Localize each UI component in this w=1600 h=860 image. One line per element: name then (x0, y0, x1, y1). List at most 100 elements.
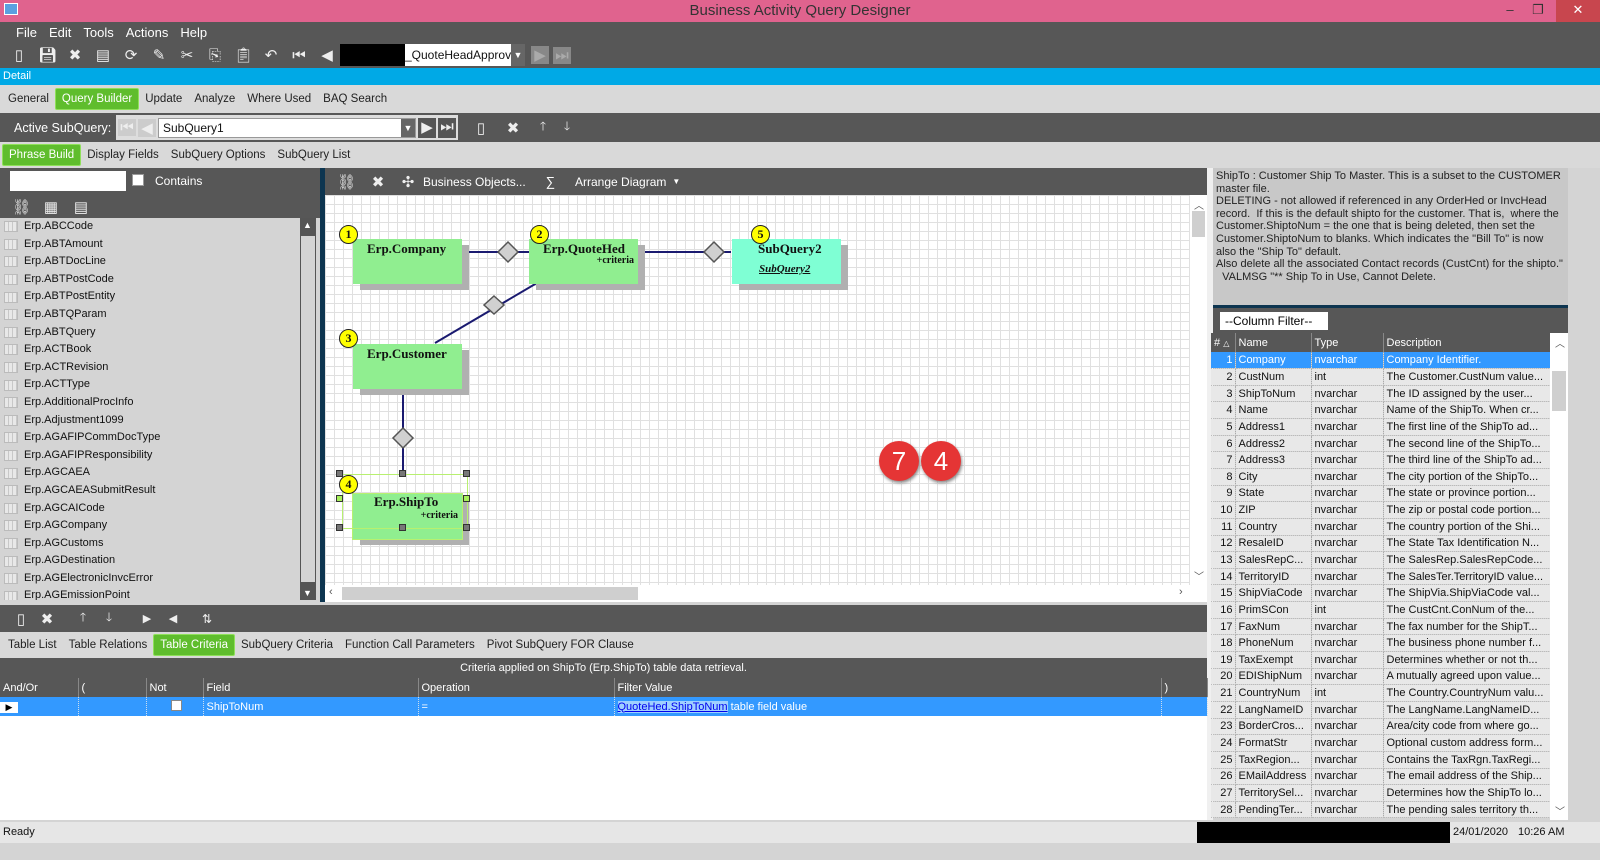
paste-icon[interactable]: 📋︎ (234, 46, 253, 64)
table-list-item[interactable]: Erp.ABCCode (0, 218, 300, 236)
subquery-select[interactable]: SubQuery1 ▼ (158, 117, 416, 138)
column-row[interactable]: 26 EMailAddress nvarchar The email address … (1211, 768, 1551, 786)
first-record-icon[interactable]: ⏮ (290, 47, 308, 64)
node-subquery-link[interactable]: SubQuery2 (759, 263, 810, 275)
column-header-number[interactable]: # △ (1211, 333, 1236, 352)
column-row[interactable]: 18 PhoneNum nvarchar The business phone num… (1211, 634, 1551, 653)
column-row[interactable]: 20 EDIShipNum nvarchar A mutually agreed up… (1211, 668, 1551, 686)
canvas-vertical-scrollbar[interactable]: ︿ ﹀ (1190, 195, 1207, 585)
undo-icon[interactable]: ↶ (262, 46, 280, 64)
scrollbar-thumb[interactable] (1192, 211, 1205, 237)
last-subquery-icon[interactable]: ⏭ (438, 117, 456, 138)
tab-subquery-criteria[interactable]: SubQuery Criteria (235, 635, 339, 655)
not-cell[interactable] (146, 697, 204, 716)
and-or-cell[interactable]: ▶ (0, 697, 79, 716)
close-paren-cell[interactable] (1161, 697, 1208, 716)
filter-value-link[interactable]: QuoteHed.ShipToNum (617, 700, 728, 713)
canvas-horizontal-scrollbar[interactable]: ‹ › (325, 585, 1207, 602)
scroll-left-icon[interactable]: ‹ (329, 586, 333, 598)
column-row[interactable]: 17 FaxNum nvarchar The fax number for the S… (1211, 618, 1551, 636)
column-filter-input[interactable] (1220, 312, 1328, 330)
operation-cell[interactable]: = (418, 697, 615, 716)
next-record-icon[interactable]: ▶ (531, 46, 549, 64)
delete-criteria-icon[interactable]: ✖ (38, 610, 56, 628)
scroll-right-icon[interactable]: › (1179, 586, 1183, 598)
tab-function-call-parameters[interactable]: Function Call Parameters (339, 635, 481, 655)
column-row[interactable]: 21 CountryNum int The Country.CountryNum va… (1211, 684, 1551, 702)
table-list-item[interactable]: Erp.ABTQuery (0, 324, 300, 342)
table-list-item[interactable]: Erp.ACTType (0, 376, 300, 394)
column-header-and-or[interactable]: And/Or (0, 678, 79, 697)
table-node-quotehed[interactable]: Erp.QuoteHed +criteria (529, 239, 638, 284)
query-id-value[interactable]: _QuoteHeadApprov (405, 44, 511, 66)
column-header-close-paren[interactable]: ) (1161, 678, 1208, 697)
tab-general[interactable]: General (2, 89, 55, 109)
minimize-icon[interactable]: – (1496, 0, 1524, 22)
chevron-down-icon[interactable]: ▼ (511, 44, 525, 66)
next-subquery-icon[interactable]: ▶ (418, 117, 436, 138)
move-down-icon[interactable]: 🡓 (100, 608, 118, 629)
contains-checkbox[interactable] (132, 174, 144, 186)
tab-table-list[interactable]: Table List (2, 635, 63, 655)
business-objects-icon[interactable]: ✣ (399, 173, 417, 191)
column-row[interactable]: 22 LangNameID nvarchar The LangName.LangNam… (1211, 701, 1551, 719)
table-list-item[interactable]: Erp.AGAFIPCommDocType (0, 429, 300, 447)
previous-record-icon[interactable]: ◀ (318, 46, 336, 64)
menu-file[interactable]: File (10, 25, 43, 40)
resize-handle[interactable] (399, 470, 406, 477)
column-header-field[interactable]: Field (203, 678, 419, 697)
subquery-node-subquery2[interactable]: SubQuery2 SubQuery2 (732, 239, 841, 284)
business-objects-button[interactable]: Business Objects... (423, 175, 526, 189)
open-paren-cell[interactable] (78, 697, 147, 716)
tab-table-relations[interactable]: Table Relations (63, 635, 154, 655)
column-row[interactable]: 15 ShipViaCode nvarchar The ShipVia.ShipVia… (1211, 584, 1551, 603)
previous-subquery-icon[interactable]: ◀ (138, 118, 156, 137)
column-row[interactable]: 12 ResaleID nvarchar The State Tax Identifi… (1211, 535, 1551, 553)
move-up-icon[interactable]: 🡑 (534, 117, 552, 138)
column-row[interactable]: 19 TaxExempt nvarchar Determines whether or… (1211, 651, 1551, 669)
chevron-down-icon[interactable]: ▼ (672, 177, 680, 186)
table-options-icon[interactable]: ▤ (72, 198, 90, 216)
tab-analyze[interactable]: Analyze (188, 89, 241, 109)
column-row[interactable]: 10 ZIP nvarchar The zip or postal code port… (1211, 501, 1551, 519)
table-list-item[interactable]: Erp.AGAFIPResponsibility (0, 447, 300, 465)
column-row[interactable]: 9 State nvarchar The state or province port… (1211, 485, 1551, 503)
column-row[interactable]: 23 BorderCros... nvarchar Area/city code fr… (1211, 718, 1551, 736)
resize-handle[interactable] (463, 524, 470, 531)
column-header-name[interactable]: Name (1235, 333, 1312, 352)
link-icon[interactable]: ⛓ (12, 198, 31, 216)
column-row[interactable]: 28 PendingTer... nvarchar The pending sales… (1211, 801, 1551, 819)
table-list-item[interactable]: Erp.ACTRevision (0, 359, 300, 377)
refresh-icon[interactable]: ⟳ (122, 46, 140, 64)
column-row[interactable]: 2 CustNum int The Customer.CustNum value... (1211, 368, 1551, 386)
link-icon[interactable]: ⛓ (337, 173, 356, 191)
move-down-icon[interactable]: 🡓 (558, 117, 576, 138)
query-id-combo[interactable]: _QuoteHeadApprov ▼ (340, 44, 525, 66)
table-node-customer[interactable]: Erp.Customer (353, 344, 462, 389)
column-header-description[interactable]: Description (1383, 333, 1551, 352)
delete-icon[interactable]: ✖ (66, 46, 84, 64)
new-criteria-icon[interactable]: ▯ (12, 610, 30, 628)
tab-baq-search[interactable]: BAQ Search (317, 89, 393, 109)
tab-display-fields[interactable]: Display Fields (81, 145, 165, 165)
column-row[interactable]: 13 SalesRepC... nvarchar The SalesRep.Sales… (1211, 551, 1551, 569)
menu-help[interactable]: Help (174, 25, 213, 40)
table-list-item[interactable]: Erp.ACTBook (0, 341, 300, 359)
last-record-icon[interactable]: ⏭ (553, 46, 571, 64)
column-row[interactable]: 27 TerritorySel... nvarchar Determines how … (1211, 784, 1551, 802)
scroll-down-icon[interactable]: ﹀ (1555, 803, 1565, 818)
delete-subquery-icon[interactable]: ✖ (504, 119, 522, 137)
table-list-item[interactable]: Erp.ABTPostCode (0, 271, 300, 289)
column-row[interactable]: 8 City nvarchar The city portion of the Shi… (1211, 468, 1551, 486)
column-row[interactable]: 3 ShipToNum nvarchar The ID assigned by the… (1211, 385, 1551, 403)
restore-icon[interactable]: ❐ (1524, 0, 1552, 22)
tab-subquery-options[interactable]: SubQuery Options (165, 145, 272, 165)
tab-table-criteria[interactable]: Table Criteria (153, 634, 235, 656)
tab-phrase-build[interactable]: Phrase Build (2, 144, 82, 166)
move-up-icon[interactable]: 🡑 (74, 608, 92, 629)
table-search-input[interactable] (10, 171, 126, 191)
sigma-button[interactable]: ∑ (546, 174, 555, 189)
chevron-down-icon[interactable]: ▼ (401, 118, 415, 137)
table-list-item[interactable]: Erp.ABTPostEntity (0, 288, 300, 306)
table-list-item[interactable]: Erp.ABTQParam (0, 306, 300, 324)
